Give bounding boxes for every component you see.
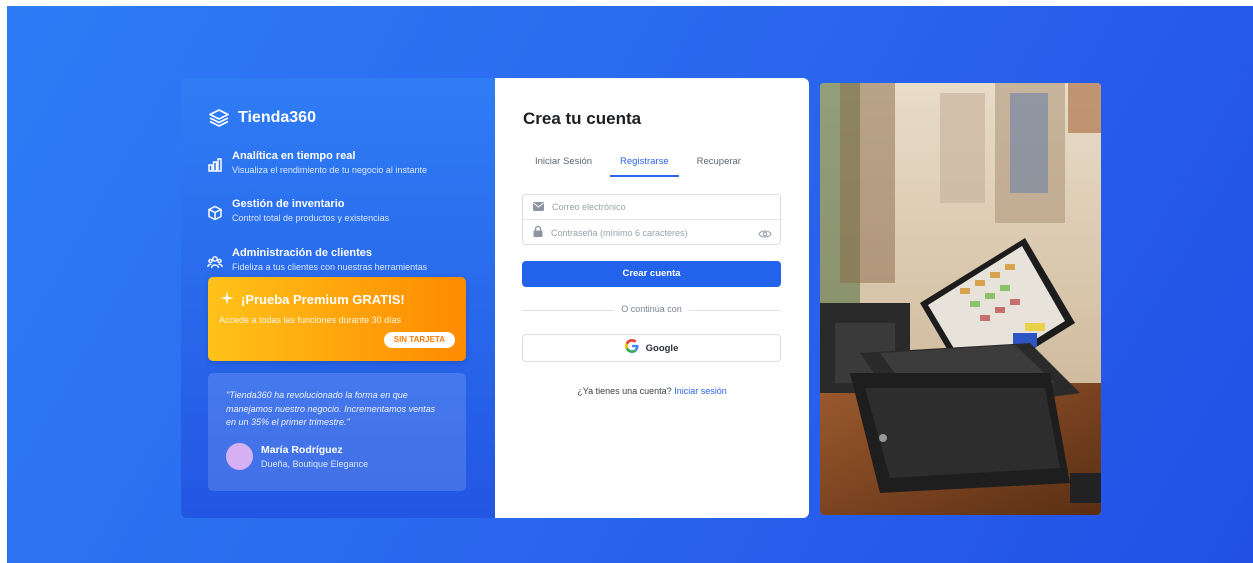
eye-icon[interactable] xyxy=(758,226,772,244)
testimonial-card: "Tienda360 ha revolucionado la forma en … xyxy=(208,373,466,491)
google-signin-button[interactable]: Google xyxy=(522,334,781,362)
avatar xyxy=(226,443,253,470)
tab-register[interactable]: Registrarse xyxy=(610,156,679,177)
feature-title: Gestión de inventario xyxy=(232,198,345,210)
signin-prompt: ¿Ya tienes una cuenta? Iniciar sesión xyxy=(495,386,809,396)
form-title: Crea tu cuenta xyxy=(523,109,642,128)
feature-title: Administración de clientes xyxy=(232,247,372,259)
box-icon xyxy=(207,205,223,221)
brand-name: Tienda360 xyxy=(238,109,316,126)
promo-subtitle: Accede a todas las funciones durante 30 … xyxy=(219,315,402,325)
promo-title: ¡Prueba Premium GRATIS! xyxy=(241,292,405,307)
layers-icon xyxy=(209,109,229,127)
email-placeholder: Correo electrónico xyxy=(552,202,626,212)
feature-desc: Fideliza a tus clientes con nuestras her… xyxy=(232,262,428,272)
tab-recover[interactable]: Recuperar xyxy=(697,156,741,177)
chart-icon xyxy=(207,157,223,173)
auth-tabs: Iniciar Sesión Registrarse Recuperar xyxy=(535,156,769,177)
testimonial-quote: "Tienda360 ha revolucionado la forma en … xyxy=(226,390,436,427)
google-label: Google xyxy=(645,342,679,354)
credentials-group: Correo electrónico Contraseña (mínimo 6 … xyxy=(522,194,781,245)
signin-text: ¿Ya tienes una cuenta? xyxy=(577,386,672,396)
users-icon xyxy=(207,254,223,270)
password-field[interactable]: Contraseña (mínimo 6 caracteres) xyxy=(523,220,780,245)
sparkle-icon xyxy=(220,291,234,308)
info-panel: Tienda360 Analítica en tiempo real Visua… xyxy=(181,78,495,518)
or-divider: O continúa con xyxy=(522,304,781,316)
password-placeholder: Contraseña (mínimo 6 caracteres) xyxy=(551,227,688,238)
feature-title: Analítica en tiempo real xyxy=(232,150,356,162)
brand: Tienda360 xyxy=(209,109,316,127)
feature-inventory: Gestión de inventario Control total de p… xyxy=(207,198,389,225)
feature-desc: Visualiza el rendimiento de tu negocio a… xyxy=(232,165,427,175)
page-background: Tienda360 Analítica en tiempo real Visua… xyxy=(7,6,1253,563)
premium-promo-card[interactable]: ¡Prueba Premium GRATIS! Accede a todas l… xyxy=(208,277,466,361)
mail-icon xyxy=(533,198,544,216)
feature-customers: Administración de clientes Fideliza a tu… xyxy=(207,247,427,274)
no-card-badge: SIN TARJETA xyxy=(383,332,455,348)
create-account-button[interactable]: Crear cuenta xyxy=(522,261,781,287)
email-field[interactable]: Correo electrónico xyxy=(523,195,780,220)
feature-analytics: Analítica en tiempo real Visualiza el re… xyxy=(207,150,427,177)
pos-terminal-image xyxy=(820,83,1101,515)
lock-icon xyxy=(533,224,543,242)
testimonial-name: María Rodríguez xyxy=(261,444,343,456)
signin-link[interactable]: Iniciar sesión xyxy=(674,386,727,396)
feature-desc: Control total de productos y existencias xyxy=(232,213,390,223)
tab-login[interactable]: Iniciar Sesión xyxy=(535,156,592,177)
google-icon xyxy=(624,338,639,358)
divider-text: O continúa con xyxy=(621,304,682,314)
register-form-panel: Crea tu cuenta Iniciar Sesión Registrars… xyxy=(495,78,809,518)
testimonial-role: Dueña, Boutique Elegance xyxy=(261,459,369,469)
